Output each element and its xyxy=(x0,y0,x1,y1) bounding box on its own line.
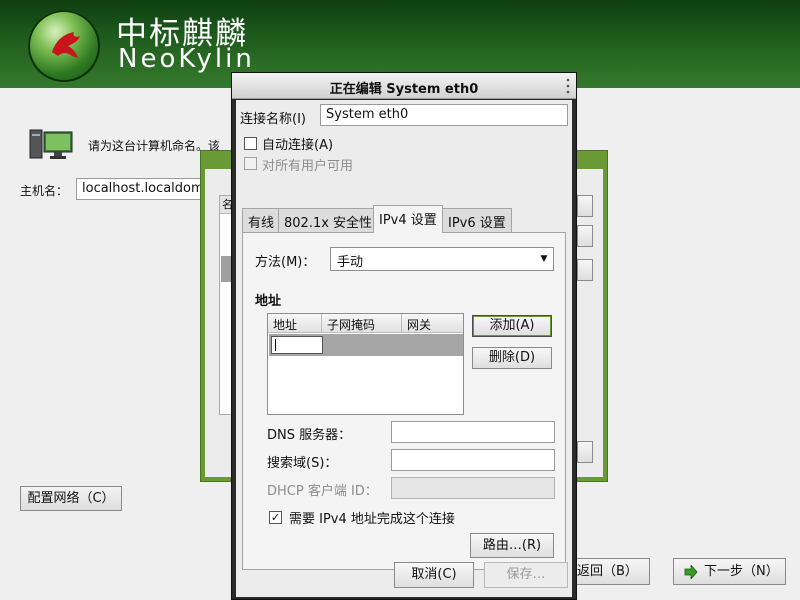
tab-wired[interactable]: 有线 xyxy=(242,208,281,232)
brand-english-name: NeoKylin xyxy=(118,44,255,74)
auto-connect-label[interactable]: 自动连接(A) xyxy=(262,134,333,153)
network-computer-icon xyxy=(29,129,73,159)
qilin-logo-icon xyxy=(52,32,80,58)
all-users-checkbox[interactable] xyxy=(244,157,257,170)
connection-delete-button[interactable] xyxy=(577,259,593,281)
dialog-title: 正在编辑 System eth0 xyxy=(329,82,479,97)
require-ipv4-checkbox[interactable]: ✓ xyxy=(269,511,282,524)
column-header-netmask[interactable]: 子网掩码 xyxy=(322,314,402,333)
save-button[interactable]: 保存… xyxy=(484,562,568,588)
next-button-label: 下一步（N） xyxy=(704,564,779,579)
method-label: 方法(M)： xyxy=(255,255,316,270)
address-cell-editor[interactable] xyxy=(271,336,323,354)
connection-edit-button[interactable] xyxy=(577,225,593,247)
next-button[interactable]: 下一步（N） xyxy=(673,558,786,585)
tab-ipv4-settings[interactable]: IPv4 设置 xyxy=(373,205,443,233)
tab-ipv6-settings[interactable]: IPv6 设置 xyxy=(442,208,512,232)
delete-address-button[interactable]: 删除(D) xyxy=(472,347,552,369)
dialog-body: 连接名称(I) System eth0 自动连接(A) 对所有用户可用 有线 8… xyxy=(236,100,572,597)
arrow-right-icon xyxy=(684,565,698,579)
column-header-address[interactable]: 地址 xyxy=(268,314,322,333)
dialog-titlebar[interactable]: 正在编辑 System eth0 xyxy=(232,73,576,99)
dns-servers-input[interactable] xyxy=(391,421,555,443)
address-table[interactable]: 地址 子网掩码 网关 xyxy=(267,313,464,415)
edit-connection-dialog: 正在编辑 System eth0 连接名称(I) System eth0 自动连… xyxy=(231,72,577,600)
hostname-input[interactable]: localhost.localdom xyxy=(76,178,204,200)
cancel-button[interactable]: 取消(C) xyxy=(394,562,474,588)
checkmark-icon: ✓ xyxy=(270,511,281,524)
search-domains-label: 搜索域(S)： xyxy=(267,456,338,471)
back-button-label: 返回（B） xyxy=(577,564,638,579)
add-address-button[interactable]: 添加(A) xyxy=(472,315,552,337)
back-button[interactable]: 返回（B） xyxy=(568,558,650,585)
search-domains-input[interactable] xyxy=(391,449,555,471)
dhcp-client-id-label: DHCP 客户端 ID： xyxy=(267,484,378,499)
routes-button[interactable]: 路由…(R) xyxy=(470,533,554,558)
require-ipv4-label[interactable]: 需要 IPv4 地址完成这个连接 xyxy=(289,508,455,527)
connection-close-button[interactable] xyxy=(577,441,593,463)
tab-8021x-security[interactable]: 802.1x 安全性 xyxy=(278,208,379,232)
hostname-label: 主机名： xyxy=(20,184,69,198)
auto-connect-checkbox[interactable] xyxy=(244,137,257,150)
method-dropdown[interactable]: 手动 ▼ xyxy=(330,247,554,271)
column-header-gateway[interactable]: 网关 xyxy=(402,314,463,333)
dhcp-client-id-input[interactable] xyxy=(391,477,555,499)
dns-servers-label: DNS 服务器： xyxy=(267,428,352,443)
resize-grip-icon[interactable] xyxy=(566,77,570,95)
configure-network-button[interactable]: 配置网络（C） xyxy=(20,486,122,511)
addresses-heading: 地址 xyxy=(255,294,282,309)
table-row[interactable] xyxy=(269,334,463,356)
text-cursor xyxy=(275,339,276,351)
all-users-label: 对所有用户可用 xyxy=(262,159,354,174)
chevron-down-icon: ▼ xyxy=(540,254,548,264)
connection-add-button[interactable] xyxy=(577,195,593,217)
method-dropdown-value: 手动 xyxy=(337,255,364,270)
ipv4-settings-panel: 方法(M)： 手动 ▼ 地址 地址 子网掩码 网关 添加(A) 删除(D) DN… xyxy=(242,232,566,570)
connection-name-label: 连接名称(I) xyxy=(240,112,306,127)
connection-name-input[interactable]: System eth0 xyxy=(320,104,568,126)
